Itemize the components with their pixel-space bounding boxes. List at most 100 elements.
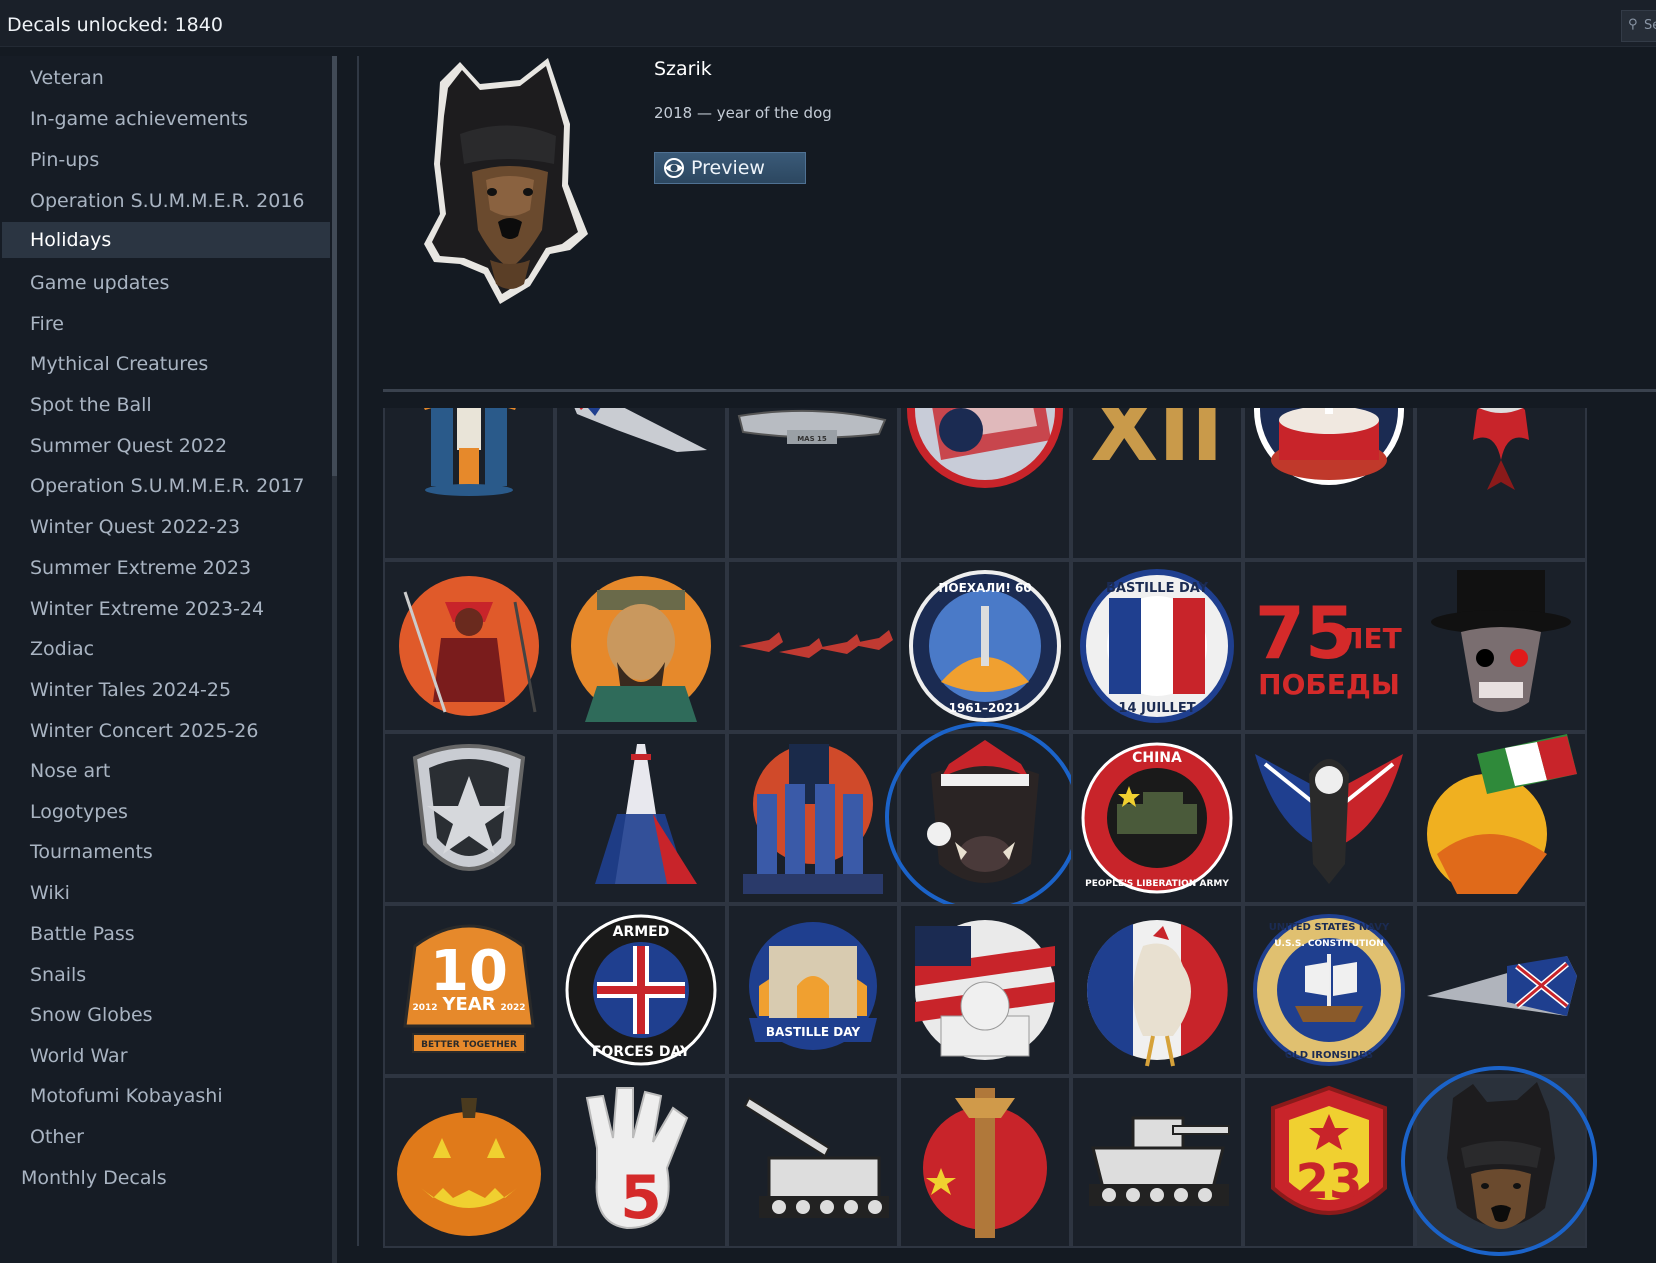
sidebar-item[interactable]: Nose art (2, 753, 330, 789)
sidebar-item[interactable]: Winter Concert 2025-26 (2, 713, 330, 749)
svg-text:FORCES DAY: FORCES DAY (592, 1044, 691, 1060)
decal-tile[interactable] (383, 560, 555, 732)
svg-text:CHINA: CHINA (1132, 750, 1182, 766)
decal-tile[interactable]: BASTILLE DAY (727, 904, 899, 1076)
decal-tile[interactable] (555, 732, 727, 904)
decal-tile[interactable]: UNITED STATES NAVY U.S.S. CONSTITUTION OLD… (1243, 904, 1415, 1076)
decal-tile[interactable] (899, 408, 1071, 560)
sidebar-scrollbar-thumb[interactable] (332, 56, 337, 476)
svg-text:UNITED STATES NAVY: UNITED STATES NAVY (1269, 922, 1390, 933)
sidebar-item[interactable]: Pin-ups (2, 142, 330, 178)
svg-text:XII: XII (1090, 408, 1223, 481)
decal-tile[interactable]: BASTILLE DAY 14 JUILLET (1071, 560, 1243, 732)
decal-tile[interactable] (555, 408, 727, 560)
sidebar-item[interactable]: Monthly Decals (2, 1160, 330, 1196)
sidebar-item[interactable]: Motofumi Kobayashi (2, 1078, 330, 1114)
decal-description: 2018 — year of the dog (654, 104, 832, 122)
decal-tile[interactable] (1243, 732, 1415, 904)
decal-tile[interactable] (727, 732, 899, 904)
sidebar-item[interactable]: Mythical Creatures (2, 346, 330, 382)
decal-tile[interactable] (383, 408, 555, 560)
svg-text:2022: 2022 (500, 1003, 525, 1013)
svg-text:MAS 15: MAS 15 (797, 435, 827, 443)
svg-text:14 JUILLET: 14 JUILLET (1118, 701, 1195, 716)
decal-tile[interactable] (899, 904, 1071, 1076)
svg-text:YEAR: YEAR (441, 994, 495, 1015)
decal-tile[interactable] (383, 732, 555, 904)
sidebar-item[interactable]: Zodiac (2, 631, 330, 667)
sidebar-item[interactable]: Holidays (2, 222, 330, 258)
sidebar-item[interactable]: World War (2, 1038, 330, 1074)
top-bar: Decals unlocked: 1840 ⚲ Se (0, 0, 1656, 47)
preview-button-label: Preview (691, 157, 765, 179)
sidebar-scrollbar[interactable] (332, 56, 337, 1263)
sidebar-item[interactable]: Other (2, 1119, 330, 1155)
sidebar-item[interactable]: Spot the Ball (2, 387, 330, 423)
decal-tile[interactable]: XII (1071, 408, 1243, 560)
sidebar-item[interactable]: Winter Quest 2022-23 (2, 509, 330, 545)
sidebar-item[interactable]: Game updates (2, 265, 330, 301)
sidebar-item[interactable]: Winter Extreme 2023-24 (2, 591, 330, 627)
sidebar-item[interactable]: In-game achievements (2, 101, 330, 137)
svg-text:23: 23 (1296, 1154, 1363, 1210)
sidebar-item[interactable]: Veteran (2, 60, 330, 96)
decal-tile[interactable] (899, 732, 1071, 904)
decal-tile[interactable] (1071, 1076, 1243, 1248)
sidebar-item[interactable]: Wiki (2, 875, 330, 911)
panel-divider (357, 56, 359, 1246)
decal-tile[interactable] (1071, 904, 1243, 1076)
svg-text:PEOPLE'S LIBERATION ARMY: PEOPLE'S LIBERATION ARMY (1085, 879, 1229, 889)
svg-text:1961–2021: 1961–2021 (949, 701, 1022, 715)
decal-tile[interactable] (383, 1076, 555, 1248)
svg-text:ЛЕТ: ЛЕТ (1340, 622, 1401, 655)
decal-tile[interactable] (1415, 408, 1587, 560)
svg-text:BASTILLE DAY: BASTILLE DAY (1106, 581, 1209, 596)
sidebar-item[interactable]: Operation S.U.M.M.E.R. 2016 (2, 183, 330, 219)
svg-text:BASTILLE DAY: BASTILLE DAY (766, 1025, 860, 1039)
decal-grid: MAS 15 XII ПОЕХАЛИ! 60 1961–2021 BASTILLE DA… (383, 408, 1656, 1263)
sidebar-item[interactable]: Battle Pass (2, 916, 330, 952)
svg-text:OLD IRONSIDES: OLD IRONSIDES (1285, 1050, 1373, 1061)
decals-unlocked-count: Decals unlocked: 1840 (7, 14, 223, 36)
search-icon: ⚲ (1628, 17, 1638, 32)
dog-in-ushanka-icon (420, 54, 600, 304)
decal-tile[interactable] (1415, 904, 1587, 1076)
eye-icon (664, 158, 684, 178)
search-input[interactable]: ⚲ Se (1621, 10, 1656, 42)
sidebar-item[interactable]: Summer Extreme 2023 (2, 550, 330, 586)
decal-tile[interactable]: CHINA PEOPLE'S LIBERATION ARMY (1071, 732, 1243, 904)
sidebar-item[interactable]: Fire (2, 306, 330, 342)
sidebar-item[interactable]: Operation S.U.M.M.E.R. 2017 (2, 468, 330, 504)
decal-tile[interactable] (727, 560, 899, 732)
decal-tile[interactable]: ПОЕХАЛИ! 60 1961–2021 (899, 560, 1071, 732)
decal-tile[interactable] (1415, 732, 1587, 904)
svg-text:5: 5 (620, 1163, 662, 1233)
preview-button[interactable]: Preview (654, 152, 806, 184)
decal-tile[interactable]: ARMED FORCES DAY (555, 904, 727, 1076)
svg-text:2012: 2012 (412, 1003, 437, 1013)
svg-text:ПОБЕДЫ: ПОБЕДЫ (1258, 668, 1400, 701)
decal-tile[interactable] (1415, 560, 1587, 732)
decal-tile[interactable]: 10 YEAR 2012 2022 BETTER TOGETHER (383, 904, 555, 1076)
decal-tile[interactable] (899, 1076, 1071, 1248)
sidebar-item[interactable]: Summer Quest 2022 (2, 428, 330, 464)
svg-text:ПОЕХАЛИ! 60: ПОЕХАЛИ! 60 (938, 581, 1031, 595)
sidebar-item[interactable]: Logotypes (2, 794, 330, 830)
detail-separator (383, 389, 1656, 392)
sidebar-item[interactable]: Tournaments (2, 834, 330, 870)
svg-text:ARMED: ARMED (613, 924, 670, 940)
decal-tile[interactable]: 75 ЛЕТ ПОБЕДЫ (1243, 560, 1415, 732)
decal-tile[interactable] (1243, 408, 1415, 560)
sidebar-item[interactable]: Snow Globes (2, 997, 330, 1033)
svg-text:U.S.S. CONSTITUTION: U.S.S. CONSTITUTION (1274, 939, 1384, 949)
decal-tile[interactable] (1415, 1076, 1587, 1248)
decal-tile[interactable]: 23 (1243, 1076, 1415, 1248)
decal-tile[interactable]: MAS 15 (727, 408, 899, 560)
decal-tile[interactable] (555, 560, 727, 732)
decal-tile[interactable]: 5 (555, 1076, 727, 1248)
category-sidebar: Veteran In-game achievements Pin-ups Operat… (0, 56, 336, 1263)
sidebar-item[interactable]: Snails (2, 957, 330, 993)
svg-text:BETTER TOGETHER: BETTER TOGETHER (421, 1040, 517, 1050)
sidebar-item[interactable]: Winter Tales 2024-25 (2, 672, 330, 708)
decal-tile[interactable] (727, 1076, 899, 1248)
